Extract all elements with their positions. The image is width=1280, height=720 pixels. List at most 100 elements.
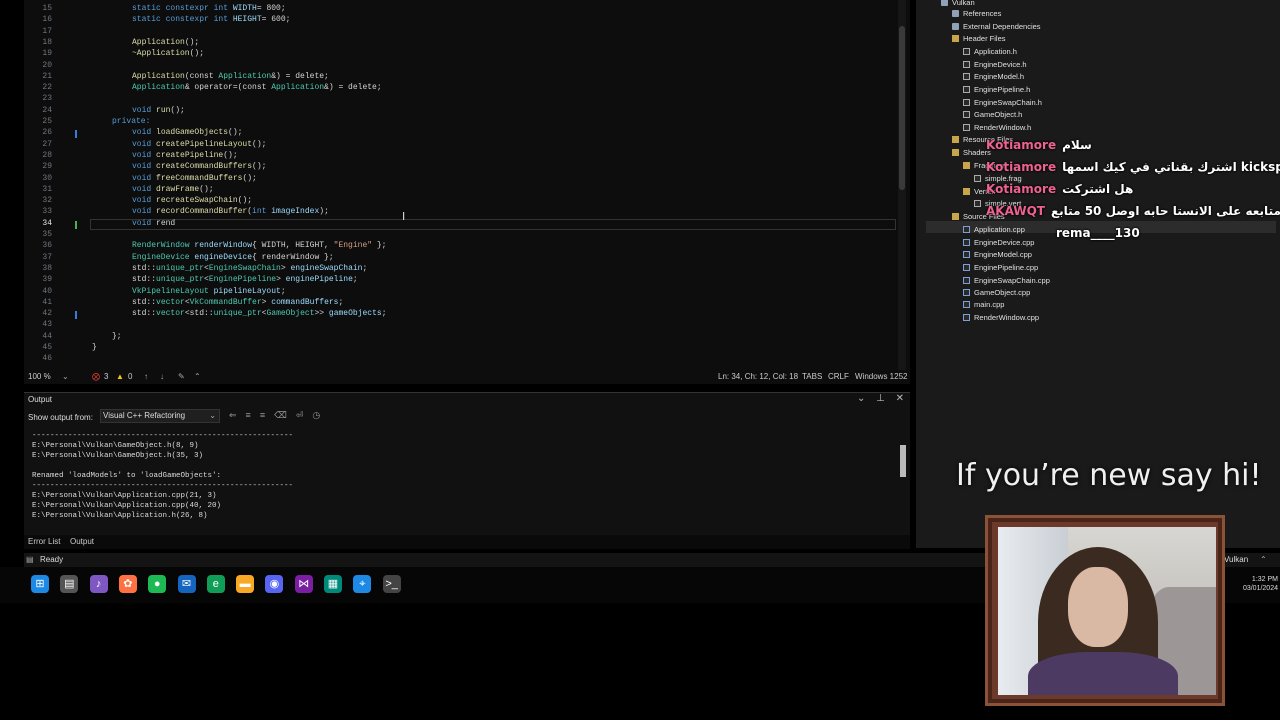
tree-item[interactable]: EnginePipeline.h bbox=[963, 84, 1030, 95]
brush-icon[interactable]: ✎ bbox=[178, 370, 185, 384]
indent-mode[interactable]: TABS bbox=[802, 370, 822, 384]
chevron-down-icon[interactable]: ⌄ bbox=[857, 393, 865, 404]
code-line[interactable]: 18 Application(); bbox=[24, 37, 884, 48]
tree-item[interactable]: EngineDevice.cpp bbox=[963, 237, 1034, 248]
editor-scrollbar-thumb[interactable] bbox=[899, 26, 905, 190]
tree-item[interactable]: EngineModel.h bbox=[963, 71, 1024, 82]
code-line[interactable]: 40 VkPipelineLayout pipelineLayout; bbox=[24, 286, 884, 297]
code-line[interactable]: 16 static constexpr int HEIGHT= 600; bbox=[24, 14, 884, 25]
close-icon[interactable]: ✕ bbox=[896, 393, 904, 404]
code-line[interactable]: 35 bbox=[24, 229, 884, 240]
header-file-icon bbox=[963, 61, 970, 68]
code-line[interactable]: 27 void createPipelineLayout(); bbox=[24, 139, 884, 150]
tree-item[interactable]: RenderWindow.cpp bbox=[963, 312, 1039, 323]
tree-item[interactable]: Header Files bbox=[952, 33, 1006, 44]
output-scrollbar-thumb[interactable] bbox=[900, 445, 906, 477]
tree-item[interactable]: References bbox=[952, 8, 1001, 19]
chevron-up-icon[interactable]: ⌃ bbox=[1260, 553, 1267, 567]
folder-icon[interactable]: ▬ bbox=[236, 575, 255, 593]
tree-item[interactable]: Vulkan bbox=[941, 0, 975, 8]
code-line[interactable]: 23 bbox=[24, 93, 884, 104]
line-endings[interactable]: CRLF bbox=[828, 370, 849, 384]
file-encoding[interactable]: Windows 1252 bbox=[855, 370, 907, 384]
tree-item[interactable]: RenderWindow.h bbox=[963, 122, 1031, 133]
tree-item[interactable]: EngineModel.cpp bbox=[963, 249, 1032, 260]
output-source-select[interactable]: Visual C++ Refactoring ⌄ bbox=[100, 409, 220, 423]
find-icon[interactable]: ⇐ bbox=[229, 410, 246, 420]
chevron-up-icon[interactable]: ⌃ bbox=[194, 370, 201, 384]
code-line[interactable]: 22 Application& operator=(const Applicati… bbox=[24, 82, 884, 93]
code-line[interactable]: 24 void run(); bbox=[24, 105, 884, 116]
clear-icon[interactable]: ⌫ bbox=[274, 410, 296, 420]
code-line[interactable]: 15 static constexpr int WIDTH= 800; bbox=[24, 3, 884, 14]
audio-icon[interactable]: ♪ bbox=[89, 575, 108, 593]
zoom-level[interactable]: 100 % bbox=[28, 370, 51, 384]
code-line[interactable]: 19 ~Application(); bbox=[24, 48, 884, 59]
cursor-position[interactable]: Ln: 34, Ch: 12, Col: 18 bbox=[718, 370, 798, 384]
maps-icon[interactable]: ⌖ bbox=[353, 575, 372, 593]
code-line[interactable]: 36 RenderWindow renderWindow{ WIDTH, HEIG… bbox=[24, 240, 884, 251]
code-line[interactable]: 21 Application(const Application&) = dele… bbox=[24, 71, 884, 82]
clock-icon[interactable]: ◷ bbox=[312, 410, 329, 420]
tree-item[interactable]: GameObject.h bbox=[963, 109, 1022, 120]
file-explorer-icon[interactable]: ▤ bbox=[60, 575, 79, 593]
taskbar-clock[interactable]: 1:32 PM 03/01/2024 bbox=[1243, 575, 1278, 593]
code-line[interactable]: 43 bbox=[24, 319, 884, 330]
warning-icon[interactable]: ▲ bbox=[116, 370, 124, 384]
code-line[interactable]: 38 std::unique_ptr<EngineSwapChain> engin… bbox=[24, 263, 884, 274]
arrow-up-icon[interactable]: ↑ bbox=[144, 370, 148, 384]
change-marker bbox=[75, 130, 77, 138]
tree-item[interactable]: EngineSwapChain.cpp bbox=[963, 275, 1050, 286]
code-line[interactable]: 17 bbox=[24, 26, 884, 37]
tree-item[interactable]: Application.cpp bbox=[963, 224, 1025, 235]
edge-icon[interactable]: e bbox=[206, 575, 225, 593]
discord-icon[interactable]: ◉ bbox=[265, 575, 284, 593]
tree-item[interactable]: EnginePipeline.cpp bbox=[963, 262, 1038, 273]
code-line[interactable]: 45} bbox=[24, 342, 884, 353]
tree-item[interactable]: EngineDevice.h bbox=[963, 59, 1027, 70]
tab-output[interactable]: Output bbox=[70, 535, 94, 549]
console-icon[interactable]: >_ bbox=[382, 575, 401, 593]
code-line[interactable]: 32 void recreateSwapChain(); bbox=[24, 195, 884, 206]
zoom-dropdown-icon[interactable]: ⌄ bbox=[62, 370, 69, 384]
code-editor[interactable]: 15 static constexpr int WIDTH= 800; 16 stat… bbox=[24, 0, 910, 370]
wrap-icon[interactable]: ⏎ bbox=[296, 410, 313, 420]
code-line[interactable]: 25 private: bbox=[24, 116, 884, 127]
align-icon[interactable]: ≡ bbox=[246, 410, 260, 420]
code-line[interactable]: 34 void rend bbox=[24, 218, 884, 229]
visual-studio-icon[interactable]: ⋈ bbox=[294, 575, 313, 593]
code-line[interactable]: 42 std::vector<std::unique_ptr<GameObject… bbox=[24, 308, 884, 319]
code-line[interactable]: 28 void createPipeline(); bbox=[24, 150, 884, 161]
output-text[interactable]: ----------------------------------------… bbox=[32, 431, 293, 521]
tab-error-list[interactable]: Error List bbox=[28, 535, 60, 549]
warning-count[interactable]: 0 bbox=[128, 370, 132, 384]
code-line[interactable]: 26 void loadGameObjects(); bbox=[24, 127, 884, 138]
tree-item[interactable]: GameObject.cpp bbox=[963, 287, 1030, 298]
error-count[interactable]: 3 bbox=[104, 370, 108, 384]
align-icon[interactable]: ≡ bbox=[260, 410, 274, 420]
code-line[interactable]: 46 bbox=[24, 353, 884, 364]
windows-icon[interactable]: ⊞ bbox=[31, 575, 49, 593]
copilot-icon[interactable]: ✿ bbox=[118, 575, 137, 593]
code-line[interactable]: 41 std::vector<VkCommandBuffer> commandBu… bbox=[24, 297, 884, 308]
tree-item[interactable]: EngineSwapChain.h bbox=[963, 97, 1042, 108]
code-line[interactable]: 44}; bbox=[24, 331, 884, 342]
code-line[interactable]: 20 bbox=[24, 60, 884, 71]
spotify-icon[interactable]: ● bbox=[148, 575, 167, 593]
code-line[interactable]: 39 std::unique_ptr<EnginePipeline> engine… bbox=[24, 274, 884, 285]
terminal-icon[interactable]: ▦ bbox=[324, 575, 342, 593]
code-line[interactable]: 31 void drawFrame(); bbox=[24, 184, 884, 195]
arrow-down-icon[interactable]: ↓ bbox=[160, 370, 164, 384]
project-name[interactable]: Vulkan bbox=[1224, 553, 1248, 567]
tree-item[interactable]: main.cpp bbox=[963, 299, 1004, 310]
outlook-icon[interactable]: ✉ bbox=[177, 575, 196, 593]
code-line[interactable]: 30 void freeCommandBuffers(); bbox=[24, 173, 884, 184]
tree-item[interactable]: External Dependencies bbox=[952, 21, 1041, 32]
code-line[interactable]: 33 void recordCommandBuffer(int imageInde… bbox=[24, 206, 884, 217]
tree-item[interactable]: Application.h bbox=[963, 46, 1017, 57]
error-icon[interactable]: ⨂ bbox=[92, 370, 100, 384]
tree-item-label: EngineModel.cpp bbox=[974, 250, 1032, 259]
code-line[interactable]: 37 EngineDevice engineDevice{ renderWindo… bbox=[24, 252, 884, 263]
pin-icon[interactable]: ⊥ bbox=[876, 393, 885, 404]
code-line[interactable]: 29 void createCommandBuffers(); bbox=[24, 161, 884, 172]
